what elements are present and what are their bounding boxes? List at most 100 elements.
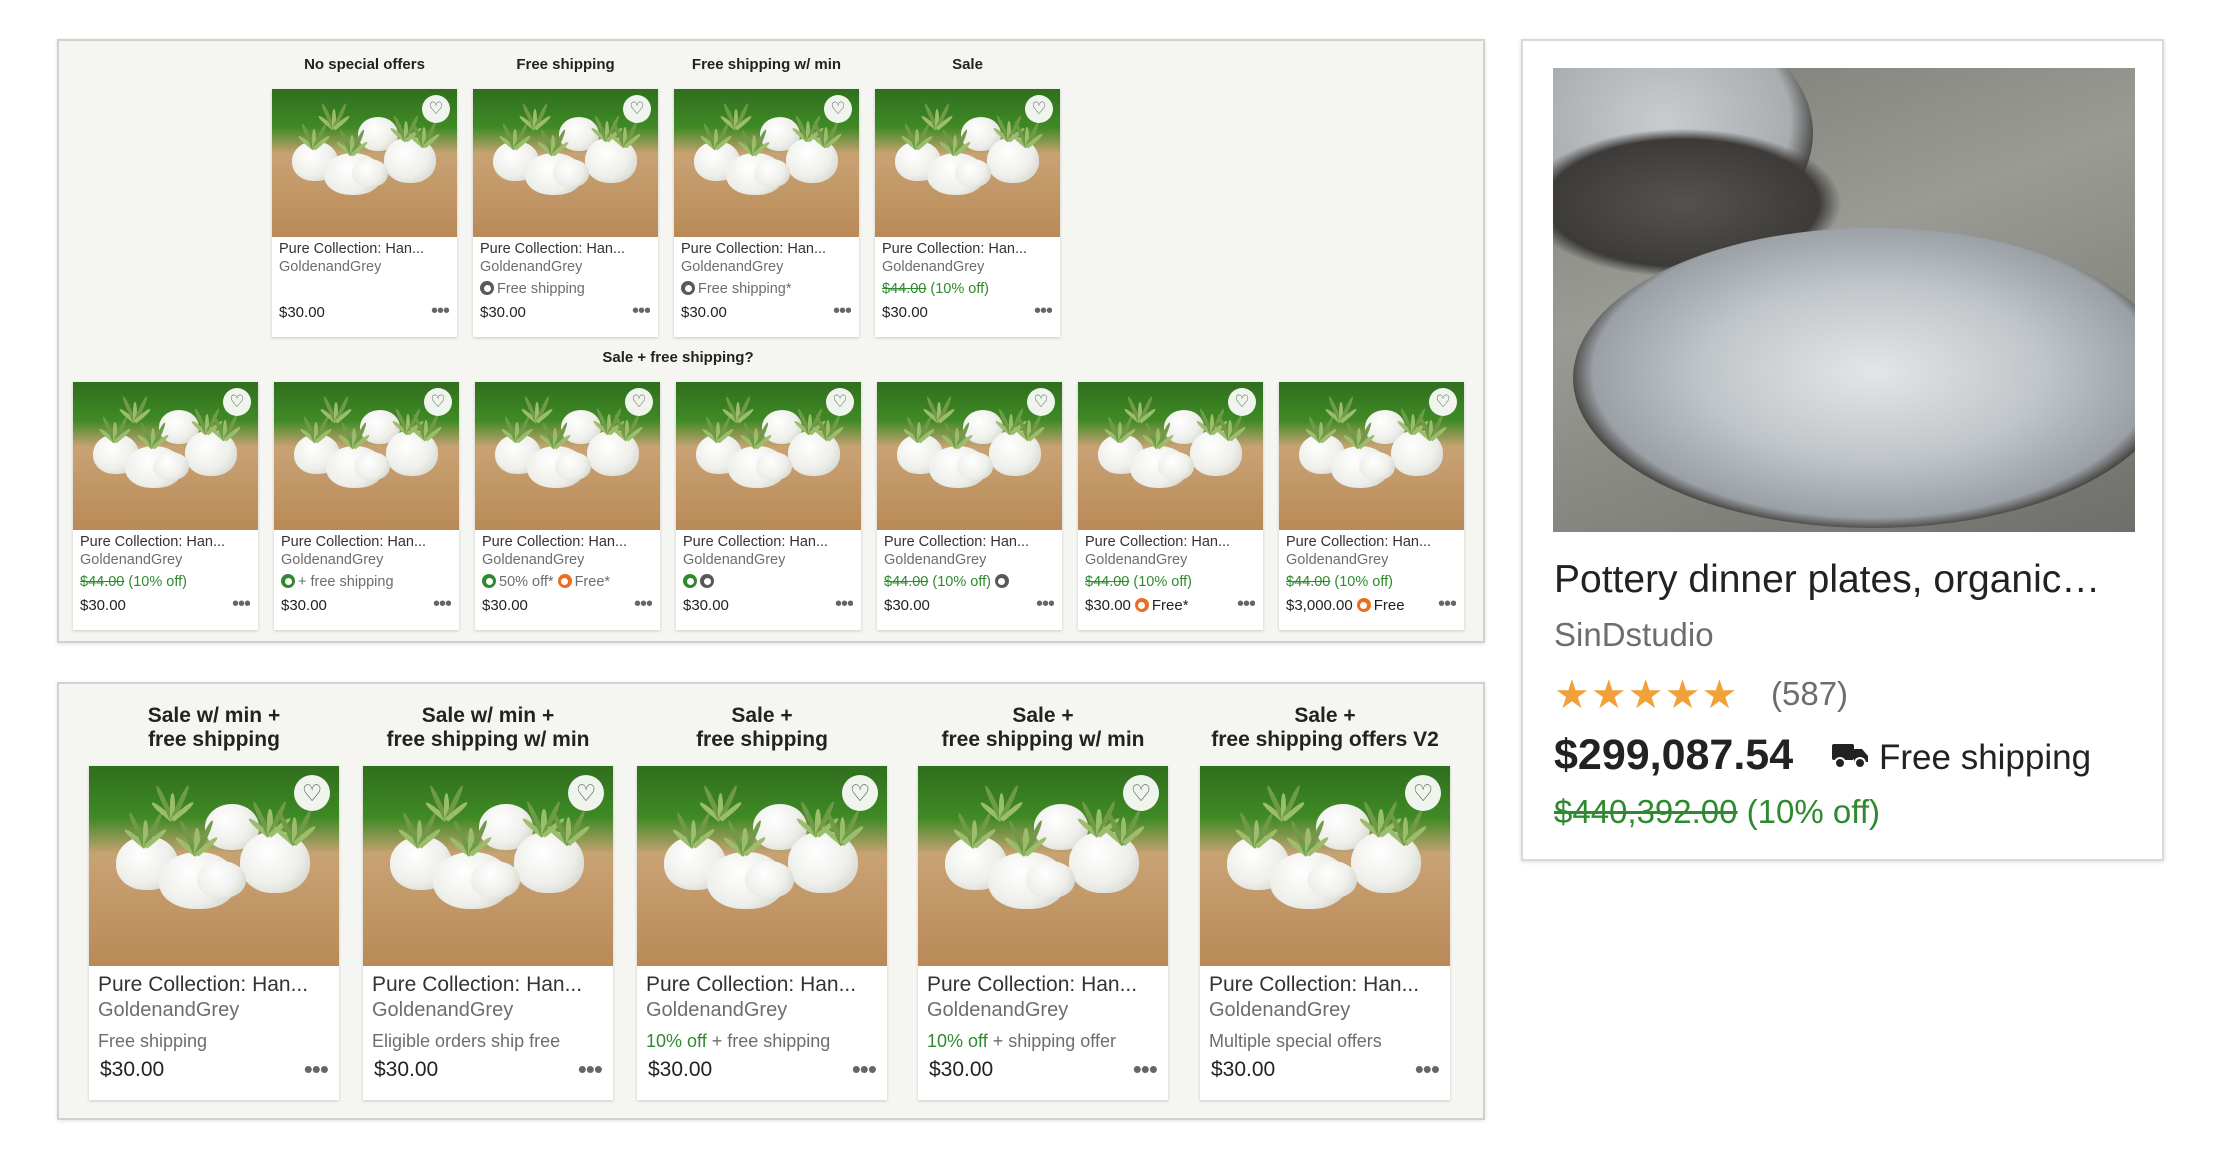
- heart-icon[interactable]: ♡: [1025, 95, 1053, 123]
- offer-line: 10% off + shipping offer: [927, 1031, 1165, 1052]
- heart-icon[interactable]: ♡: [1429, 388, 1457, 416]
- shop-name[interactable]: SinDstudio: [1554, 616, 1714, 654]
- more-options-icon[interactable]: •••: [232, 593, 250, 616]
- heart-icon[interactable]: ♡: [568, 775, 604, 811]
- listing-title[interactable]: Pure Collection: Han...: [681, 241, 851, 257]
- listing-card[interactable]: ♡ Pure Collection: Han... GoldenandGrey $44…: [1078, 382, 1263, 630]
- more-options-icon[interactable]: •••: [1438, 593, 1456, 616]
- listing-card[interactable]: ♡ Pure Collection: Han... GoldenandGrey $44…: [877, 382, 1062, 630]
- green-offer-badge-icon: [281, 574, 295, 588]
- green-offer-badge-icon: [683, 574, 697, 588]
- listing-title[interactable]: Pure Collection: Han...: [279, 241, 449, 257]
- heart-icon[interactable]: ♡: [223, 388, 251, 416]
- listing-card[interactable]: ♡ Pure Collection: Han... GoldenandGrey $44…: [73, 382, 258, 630]
- listing-title[interactable]: Pure Collection: Han...: [1085, 534, 1255, 550]
- more-options-icon[interactable]: •••: [1415, 1054, 1439, 1085]
- sale-discount: (10% off): [1129, 574, 1192, 590]
- heart-icon[interactable]: ♡: [824, 95, 852, 123]
- listing-title[interactable]: Pure Collection: Han...: [480, 241, 650, 257]
- listing-title[interactable]: Pure Collection: Han...: [372, 973, 607, 997]
- heart-icon[interactable]: ♡: [1027, 388, 1055, 416]
- listing-card[interactable]: ♡ Pure Collection: Han... GoldenandGrey $30…: [272, 89, 457, 337]
- listing-card[interactable]: ♡ Pure Collection: Han... GoldenandGrey Fre…: [473, 89, 658, 337]
- shop-name[interactable]: GoldenandGrey: [482, 552, 584, 568]
- more-options-icon[interactable]: •••: [1034, 300, 1052, 323]
- heart-icon[interactable]: ♡: [826, 388, 854, 416]
- listing-card[interactable]: ♡ Pure Collection: Han... GoldenandGrey + f…: [274, 382, 459, 630]
- listing-title[interactable]: Pure Collection: Han...: [80, 534, 250, 550]
- variant-heading: Free shipping: [516, 56, 615, 73]
- shop-name[interactable]: GoldenandGrey: [646, 999, 787, 1022]
- heart-icon[interactable]: ♡: [1405, 775, 1441, 811]
- more-options-icon[interactable]: •••: [833, 300, 851, 323]
- shop-name[interactable]: GoldenandGrey: [372, 999, 513, 1022]
- original-price: $44.00: [1286, 574, 1331, 590]
- more-options-icon[interactable]: •••: [632, 300, 650, 323]
- more-options-icon[interactable]: •••: [1133, 1054, 1157, 1085]
- listing-card[interactable]: ♡ Pure Collection: Han... GoldenandGrey Fre…: [674, 89, 859, 337]
- shop-name[interactable]: GoldenandGrey: [1286, 552, 1388, 568]
- shop-name[interactable]: GoldenandGrey: [80, 552, 182, 568]
- listing-card[interactable]: ♡ Pure Collection: Han... GoldenandGrey 10%…: [918, 766, 1168, 1100]
- listing-card[interactable]: ♡ Pure Collection: Han... GoldenandGrey 50%…: [475, 382, 660, 630]
- listing-card[interactable]: ♡ Pure Collection: Han... GoldenandGrey $30…: [676, 382, 861, 630]
- sale-discount: (10% off): [928, 574, 995, 590]
- shop-name[interactable]: GoldenandGrey: [480, 259, 582, 275]
- listing-title[interactable]: Pure Collection: Han...: [882, 241, 1052, 257]
- more-options-icon[interactable]: •••: [304, 1054, 328, 1085]
- listing-photo[interactable]: [1553, 68, 2135, 532]
- offer-line: Free shipping: [98, 1031, 336, 1052]
- variant-heading: No special offers: [304, 56, 425, 73]
- listing-title[interactable]: Pure Collection: Han...: [927, 973, 1162, 997]
- shop-name[interactable]: GoldenandGrey: [279, 259, 381, 275]
- listing-title[interactable]: Pure Collection: Han...: [683, 534, 853, 550]
- listing-title[interactable]: Pure Collection: Han...: [646, 973, 881, 997]
- featured-listing-card[interactable]: Pottery dinner plates, organic… SinDstud…: [1521, 39, 2164, 861]
- shop-name[interactable]: GoldenandGrey: [1209, 999, 1350, 1022]
- heart-icon[interactable]: ♡: [623, 95, 651, 123]
- more-options-icon[interactable]: •••: [1237, 593, 1255, 616]
- more-options-icon[interactable]: •••: [835, 593, 853, 616]
- green-offer-badge-icon: [482, 574, 496, 588]
- shop-name[interactable]: GoldenandGrey: [927, 999, 1068, 1022]
- listing-title[interactable]: Pure Collection: Han...: [98, 973, 333, 997]
- listing-card[interactable]: ♡ Pure Collection: Han... GoldenandGrey 10%…: [637, 766, 887, 1100]
- listing-price-row: $30.00: [80, 597, 126, 614]
- shop-name[interactable]: GoldenandGrey: [98, 999, 239, 1022]
- more-options-icon[interactable]: •••: [634, 593, 652, 616]
- more-options-icon[interactable]: •••: [852, 1054, 876, 1085]
- listing-title[interactable]: Pure Collection: Han...: [1209, 973, 1444, 997]
- more-options-icon[interactable]: •••: [431, 300, 449, 323]
- heart-icon[interactable]: ♡: [842, 775, 878, 811]
- shop-name[interactable]: GoldenandGrey: [1085, 552, 1187, 568]
- listing-card[interactable]: ♡ Pure Collection: Han... GoldenandGrey Fre…: [89, 766, 339, 1100]
- more-options-icon[interactable]: •••: [1036, 593, 1054, 616]
- heart-icon[interactable]: ♡: [294, 775, 330, 811]
- orange-offer-badge-icon: [1356, 598, 1371, 612]
- more-options-icon[interactable]: •••: [578, 1054, 602, 1085]
- shop-name[interactable]: GoldenandGrey: [683, 552, 785, 568]
- variant-heading: Free shipping w/ min: [691, 56, 842, 73]
- offer-text: Free*: [574, 574, 611, 590]
- heart-icon[interactable]: ♡: [1228, 388, 1256, 416]
- listing-card[interactable]: ♡ Pure Collection: Han... GoldenandGrey Mul…: [1200, 766, 1450, 1100]
- listing-title[interactable]: Pottery dinner plates, organic…: [1554, 558, 2144, 602]
- shop-name[interactable]: GoldenandGrey: [281, 552, 383, 568]
- listing-title[interactable]: Pure Collection: Han...: [884, 534, 1054, 550]
- offer-line: 10% off + free shipping: [646, 1031, 884, 1052]
- listing-card[interactable]: ♡ Pure Collection: Han... GoldenandGrey Eli…: [363, 766, 613, 1100]
- shop-name[interactable]: GoldenandGrey: [681, 259, 783, 275]
- listing-price-row: $30.00: [929, 1058, 993, 1082]
- listing-title[interactable]: Pure Collection: Han...: [1286, 534, 1456, 550]
- listing-card[interactable]: ♡ Pure Collection: Han... GoldenandGrey $44…: [1279, 382, 1464, 630]
- shop-name[interactable]: GoldenandGrey: [884, 552, 986, 568]
- heart-icon[interactable]: ♡: [625, 388, 653, 416]
- listing-card[interactable]: ♡ Pure Collection: Han... GoldenandGrey $44…: [875, 89, 1060, 337]
- heart-icon[interactable]: ♡: [424, 388, 452, 416]
- listing-title[interactable]: Pure Collection: Han...: [281, 534, 451, 550]
- heart-icon[interactable]: ♡: [1123, 775, 1159, 811]
- heart-icon[interactable]: ♡: [422, 95, 450, 123]
- shop-name[interactable]: GoldenandGrey: [882, 259, 984, 275]
- more-options-icon[interactable]: •••: [433, 593, 451, 616]
- listing-title[interactable]: Pure Collection: Han...: [482, 534, 652, 550]
